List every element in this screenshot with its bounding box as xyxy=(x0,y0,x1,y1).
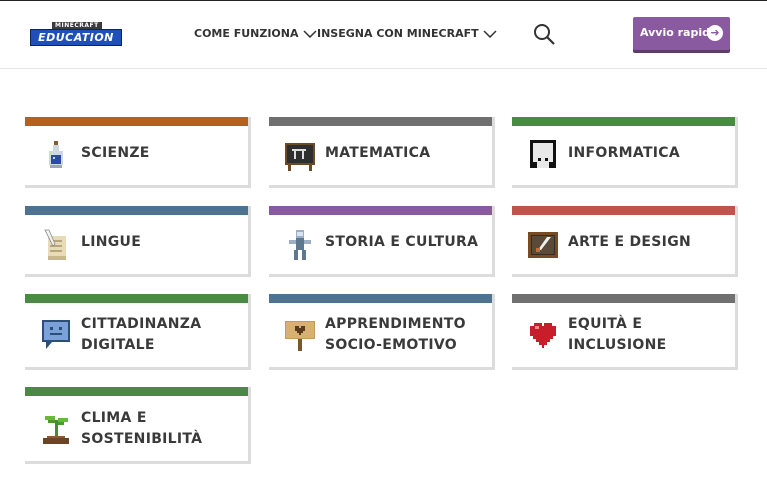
subject-card-matematica[interactable]: MATEMATICA xyxy=(269,117,495,188)
quick-start-button[interactable]: Avvio rapido ➜ xyxy=(633,17,730,50)
card-color-bar xyxy=(269,206,492,215)
computer-icon xyxy=(530,140,556,168)
heart-sign-icon xyxy=(285,321,315,351)
subject-card-equita-e-inclusione[interactable]: EQUITÀ E INCLUSIONE xyxy=(512,294,738,370)
chevron-down-icon xyxy=(483,29,497,38)
site-header: MINECRAFT EDUCATION COME FUNZIONA INSEGN… xyxy=(0,1,767,69)
subject-label-line2: DIGITALE xyxy=(81,337,155,353)
logo-main-text: EDUCATION xyxy=(30,29,122,46)
card-color-bar xyxy=(25,206,248,215)
subject-label-line1: CLIMA E xyxy=(81,410,147,426)
subject-label: APPRENDIMENTO SOCIO-EMOTIVO xyxy=(325,314,485,356)
card-color-bar xyxy=(25,117,248,126)
subject-label-line1: APPRENDIMENTO xyxy=(325,316,466,332)
subject-card-informatica[interactable]: INFORMATICA xyxy=(512,117,738,188)
subject-card-cittadinanza-digitale[interactable]: CITTADINANZA DIGITALE xyxy=(25,294,251,370)
subject-card-apprendimento-socio-emotivo[interactable]: APPRENDIMENTO SOCIO-EMOTIVO xyxy=(269,294,495,370)
chalkboard-icon xyxy=(285,143,315,171)
subject-label: CITTADINANZA DIGITALE xyxy=(81,314,241,356)
nav-how-it-works[interactable]: COME FUNZIONA xyxy=(194,27,317,40)
heart-icon xyxy=(530,323,556,348)
nav-teach-label: INSEGNA CON MINECRAFT xyxy=(317,27,479,40)
subject-card-arte-e-design[interactable]: ARTE E DESIGN xyxy=(512,206,738,277)
subject-label: LINGUE xyxy=(81,234,142,250)
subject-label: STORIA E CULTURA xyxy=(325,234,479,250)
card-color-bar xyxy=(512,294,735,303)
card-color-bar xyxy=(269,117,492,126)
subject-label: CLIMA E SOSTENIBILITÀ xyxy=(81,408,241,450)
subject-card-clima-e-sostenibilita[interactable]: CLIMA E SOSTENIBILITÀ xyxy=(25,387,251,464)
potion-icon xyxy=(49,141,63,168)
subject-label: SCIENZE xyxy=(81,145,150,161)
card-color-bar xyxy=(269,294,492,303)
statue-icon xyxy=(289,230,311,260)
chevron-down-icon xyxy=(302,29,317,38)
card-color-bar xyxy=(25,294,248,303)
chat-bubble-icon xyxy=(42,320,70,349)
quick-start-label: Avvio rapido xyxy=(640,26,718,39)
nav-teach-with-minecraft[interactable]: INSEGNA CON MINECRAFT xyxy=(317,27,497,40)
subject-label: ARTE E DESIGN xyxy=(568,234,691,250)
card-color-bar xyxy=(512,206,735,215)
book-quill-icon xyxy=(44,229,66,260)
subject-label-line2: INCLUSIONE xyxy=(568,337,667,353)
search-icon[interactable] xyxy=(533,23,555,45)
subject-card-scienze[interactable]: SCIENZE xyxy=(25,117,251,188)
card-color-bar xyxy=(25,387,248,396)
nav-how-it-works-label: COME FUNZIONA xyxy=(194,27,299,40)
minecraft-education-logo[interactable]: MINECRAFT EDUCATION xyxy=(30,22,122,48)
subject-label-line2: SOSTENIBILITÀ xyxy=(81,431,203,447)
card-color-bar xyxy=(512,117,735,126)
subject-label-line2: SOCIO-EMOTIVO xyxy=(325,337,457,353)
subject-label: MATEMATICA xyxy=(325,145,431,161)
subject-label-line1: CITTADINANZA xyxy=(81,316,202,332)
subject-label: EQUITÀ E INCLUSIONE xyxy=(568,314,728,356)
painting-icon xyxy=(528,232,558,258)
subject-label-line1: EQUITÀ E xyxy=(568,316,643,332)
subject-card-lingue[interactable]: LINGUE xyxy=(25,206,251,277)
subject-label: INFORMATICA xyxy=(568,145,681,161)
sprout-icon xyxy=(43,416,69,444)
arrow-right-icon: ➜ xyxy=(707,25,723,41)
subject-card-storia-e-cultura[interactable]: STORIA E CULTURA xyxy=(269,206,495,277)
